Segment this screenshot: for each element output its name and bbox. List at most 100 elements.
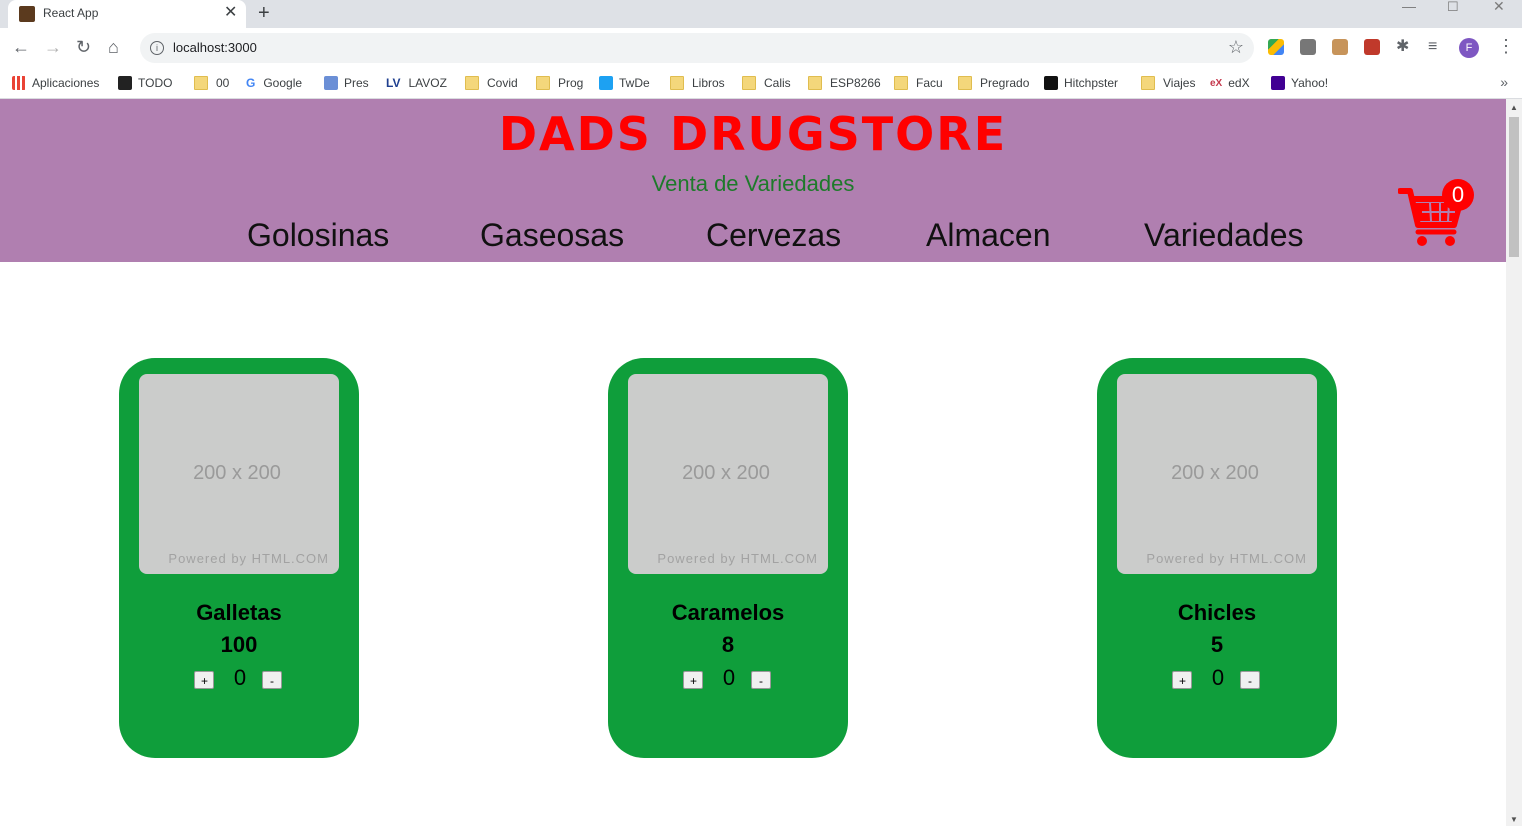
product-name: Chicles [1177, 600, 1257, 625]
product-name: Galletas [196, 600, 282, 625]
bookmark-label: Calis [764, 76, 791, 90]
tab-react-app[interactable]: React App ✕ [8, 0, 246, 28]
media-queue-icon[interactable]: ≡ [1428, 37, 1437, 57]
bookmark-libros[interactable]: Libros [670, 72, 725, 94]
bookmark-label: Prog [558, 76, 584, 90]
increase-button[interactable]: + [683, 671, 703, 689]
decrease-button[interactable]: - [1240, 671, 1260, 689]
new-tab-button[interactable]: + [258, 2, 270, 25]
image-size-text: 200 x 200 [1171, 462, 1259, 484]
product-image-placeholder: 200 x 200 Powered by HTML.COM [628, 374, 828, 574]
bookmark-label: Facu [916, 76, 943, 90]
bookmark-label: Libros [692, 76, 725, 90]
close-tab-icon[interactable]: ✕ [224, 4, 237, 22]
scrollbar-thumb[interactable] [1509, 117, 1519, 257]
bookmark-00[interactable]: 00 [194, 72, 229, 94]
bookmark-star-icon[interactable]: ☆ [1228, 37, 1244, 58]
more-bookmarks-icon[interactable]: » [1500, 74, 1508, 90]
info-icon[interactable]: i [150, 41, 164, 55]
forward-icon[interactable]: → [44, 37, 62, 57]
bookmark-label: Pres [344, 76, 369, 90]
bookmark-label: Yahoo! [1291, 76, 1329, 90]
folder-icon [742, 76, 756, 90]
drive-extension-icon[interactable] [1268, 39, 1284, 55]
bookmark-edx[interactable]: eX edX [1210, 72, 1250, 94]
profile-avatar[interactable]: F [1459, 38, 1479, 58]
folder-icon [808, 76, 822, 90]
bookmark-label: Hitchpster [1064, 76, 1119, 90]
address-bar[interactable]: i localhost:3000 ☆ [140, 33, 1254, 63]
tab-strip: React App ✕ + — ☐ ✕ [0, 0, 1522, 28]
bookmark-label: TODO [138, 76, 173, 90]
image-powered-text: Powered by HTML.COM [168, 551, 329, 566]
minimize-icon[interactable]: — [1402, 0, 1416, 14]
bookmark-pregrado[interactable]: Pregrado [958, 72, 1029, 94]
extension-icon[interactable] [1332, 39, 1348, 55]
scroll-up-icon[interactable]: ▲ [1510, 103, 1518, 112]
edx-icon: eX [1210, 77, 1223, 89]
bookmark-label: Viajes [1163, 76, 1196, 90]
browser-toolbar: ← → ↻ ⌂ i localhost:3000 ☆ ✱ ≡ F ⋮ [0, 28, 1522, 68]
bookmark-apps[interactable]: Aplicaciones [12, 72, 99, 94]
nav-golosinas[interactable]: Golosinas [247, 217, 389, 254]
bookmark-hitchpster[interactable]: Hitchpster [1044, 72, 1118, 94]
reload-icon[interactable]: ↻ [76, 37, 91, 57]
bookmark-viajes[interactable]: Viajes [1141, 72, 1195, 94]
bookmark-label: Google [263, 76, 303, 90]
nav-cervezas[interactable]: Cervezas [706, 217, 841, 254]
bookmark-label: ESP8266 [830, 76, 881, 90]
bookmark-covid[interactable]: Covid [465, 72, 518, 94]
tagline: Venta de Variedades [651, 171, 855, 196]
menu-icon[interactable]: ⋮ [1497, 36, 1515, 57]
product-card-galletas: 200 x 200 Powered by HTML.COM Galletas 1… [119, 358, 359, 758]
bookmark-label: Covid [487, 76, 518, 90]
cart-count-badge: 0 [1442, 179, 1474, 211]
bookmark-yahoo[interactable]: Yahoo! [1271, 72, 1328, 94]
decrease-button[interactable]: - [751, 671, 771, 689]
url-text: localhost:3000 [173, 40, 257, 55]
bookmark-lavoz[interactable]: LV LAVOZ [386, 72, 447, 94]
tab-title: React App [43, 6, 99, 20]
bookmark-todo[interactable]: TODO [118, 72, 172, 94]
extension-icon[interactable] [1364, 39, 1380, 55]
folder-icon [536, 76, 550, 90]
yahoo-icon [1271, 76, 1285, 90]
nav-almacen[interactable]: Almacen [926, 217, 1051, 254]
bookmark-twde[interactable]: TwDe [599, 72, 650, 94]
pres-icon [324, 76, 338, 90]
bookmark-calis[interactable]: Calis [742, 72, 791, 94]
maximize-icon[interactable]: ☐ [1447, 0, 1459, 15]
product-price: 5 [1210, 632, 1224, 657]
google-icon: G [246, 76, 256, 90]
decrease-button[interactable]: - [262, 671, 282, 689]
bookmark-prog[interactable]: Prog [536, 72, 583, 94]
extension-icon[interactable] [1300, 39, 1316, 55]
product-name: Caramelos [671, 600, 785, 625]
nav-gaseosas[interactable]: Gaseosas [480, 217, 624, 254]
bookmark-google[interactable]: G Google [246, 72, 302, 94]
todo-icon [118, 76, 132, 90]
close-window-icon[interactable]: ✕ [1493, 0, 1505, 15]
home-icon[interactable]: ⌂ [108, 37, 119, 57]
extensions-puzzle-icon[interactable]: ✱ [1396, 37, 1409, 57]
page-scrollbar[interactable]: ▲ ▼ [1506, 99, 1522, 826]
image-powered-text: Powered by HTML.COM [1146, 551, 1307, 566]
bookmark-facu[interactable]: Facu [894, 72, 943, 94]
back-icon[interactable]: ← [12, 37, 30, 57]
quantity-value: 0 [233, 665, 247, 690]
twitter-icon [599, 76, 613, 90]
product-card-chicles: 200 x 200 Powered by HTML.COM Chicles 5 … [1097, 358, 1337, 758]
folder-icon [1141, 76, 1155, 90]
apps-grid-icon [12, 76, 26, 90]
bookmark-esp8266[interactable]: ESP8266 [808, 72, 881, 94]
increase-button[interactable]: + [194, 671, 214, 689]
nav-variedades[interactable]: Variedades [1144, 217, 1304, 254]
bookmark-pres[interactable]: Pres [324, 72, 369, 94]
scroll-down-icon[interactable]: ▼ [1510, 815, 1518, 824]
site-header: DADS DRUGSTORE Venta de Variedades Golos… [0, 99, 1506, 262]
product-price: 100 [220, 632, 258, 657]
bookmark-label: 00 [216, 76, 230, 90]
product-image-placeholder: 200 x 200 Powered by HTML.COM [139, 374, 339, 574]
increase-button[interactable]: + [1172, 671, 1192, 689]
folder-icon [670, 76, 684, 90]
